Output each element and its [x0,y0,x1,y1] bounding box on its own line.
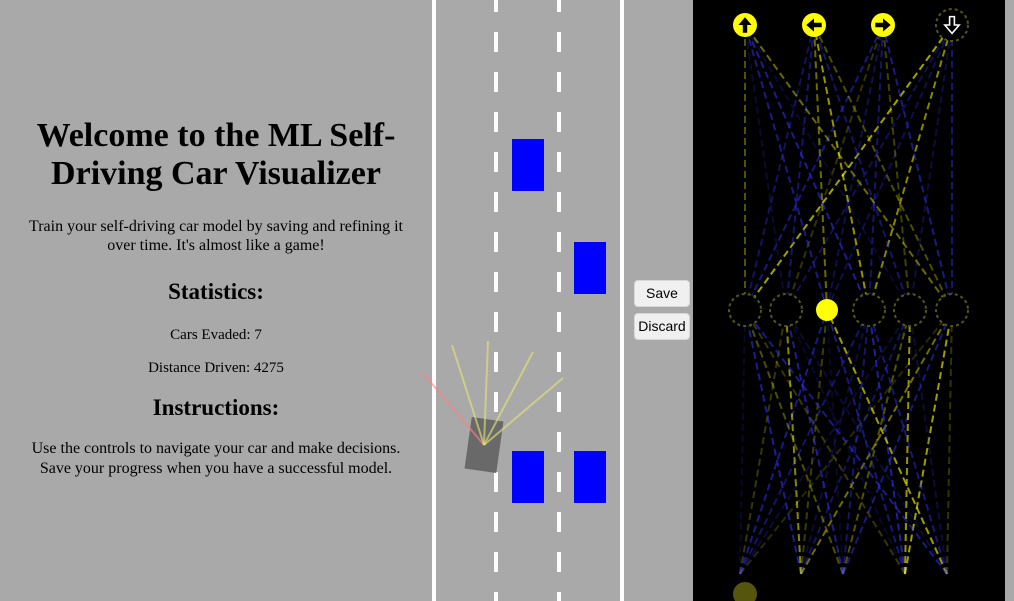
network-visualizer [693,0,1005,601]
traffic-car-2 [574,242,606,294]
statistics-heading: Statistics: [168,278,264,304]
arrow-down-icon [935,8,969,42]
traffic-car-1 [512,139,544,191]
hidden-output-edge-2-1 [813,24,828,311]
sensor-ray-4 [483,351,534,446]
hidden-node-1 [728,293,762,327]
road-canvas [421,0,624,601]
input-hidden-edge-0-1 [739,309,787,575]
hidden-output-edge-0-1 [744,24,815,311]
arrow-up-icon [733,13,757,37]
input-hidden-edge-0-0 [739,309,746,575]
input-hidden-edge-4-5 [946,309,953,575]
save-button[interactable]: Save [634,280,690,307]
model-controls: Save Discard [634,280,691,346]
hidden-node-5 [893,293,927,327]
cars-evaded-stat: Cars Evaded: 7 [170,326,262,343]
hidden-node-2 [769,293,803,327]
hidden-node-3 [816,299,838,321]
hidden-node-4 [852,293,886,327]
input-node-5 [940,582,964,601]
instructions-heading: Instructions: [152,394,280,420]
input-node-4 [888,582,912,601]
input-node-3 [836,582,860,601]
hidden-node-6 [935,293,969,327]
info-panel: Welcome to the ML Self-Driving Car Visua… [0,0,432,601]
input-hidden-edge-4-1 [785,309,948,575]
arrow-left-icon [802,13,826,37]
network-canvas [728,8,969,601]
sensor-ray-1 [421,371,485,446]
input-node-1 [733,582,757,601]
hidden-output-edge-3-0 [744,24,870,311]
intro-text: Train your self-driving car model by sav… [29,217,403,254]
input-hidden-edge-1-1 [785,309,802,575]
traffic-car-4 [574,451,606,503]
page-title: Welcome to the ML Self-Driving Car Visua… [36,116,396,192]
input-hidden-edge-2-2 [826,309,844,575]
input-node-2 [784,582,808,601]
hidden-output-edge-3-1 [813,24,870,311]
traffic-car-3 [512,451,544,503]
hidden-output-edge-2-3 [826,24,953,311]
hidden-output-edge-5-2 [882,24,953,311]
arrow-right-icon [871,13,895,37]
discard-button[interactable]: Discard [634,313,690,340]
sensor-ray-2 [451,344,485,446]
distance-driven-stat: Distance Driven: 4275 [148,359,284,376]
instructions-text: Use the controls to navigate your car an… [31,439,401,477]
